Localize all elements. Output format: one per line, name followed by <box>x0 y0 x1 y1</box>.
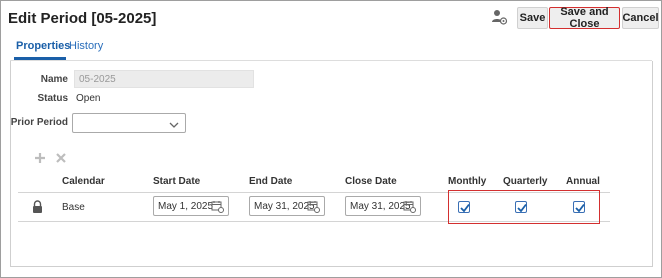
user-settings-icon[interactable] <box>490 8 508 26</box>
lock-icon <box>32 200 43 213</box>
properties-panel <box>10 61 653 267</box>
col-close-date[interactable]: Close Date <box>345 176 397 187</box>
tab-bar: Properties History <box>10 36 652 61</box>
calendar-cell: Base <box>62 202 85 213</box>
active-tab-indicator <box>14 57 66 60</box>
checkbox-highlight-box <box>448 190 600 224</box>
col-annual[interactable]: Annual <box>566 176 600 187</box>
save-button[interactable]: Save <box>517 7 548 29</box>
calendar-icon[interactable] <box>211 200 224 213</box>
tab-history[interactable]: History <box>69 40 103 52</box>
x-icon[interactable] <box>55 151 67 163</box>
end-date-input[interactable]: May 31, 2025 <box>249 196 325 216</box>
page-title: Edit Period [05-2025] <box>8 10 157 27</box>
tab-properties[interactable]: Properties <box>16 40 70 52</box>
close-date-input[interactable]: May 31, 2025 <box>345 196 421 216</box>
status-label: Status <box>37 93 68 104</box>
start-date-input[interactable]: May 1, 2025 <box>153 196 229 216</box>
status-value: Open <box>76 93 101 104</box>
close-date-value: May 31, 2025 <box>350 201 411 212</box>
start-date-value: May 1, 2025 <box>158 201 214 212</box>
col-monthly[interactable]: Monthly <box>448 176 486 187</box>
prior-period-select[interactable] <box>72 113 186 133</box>
save-and-close-button[interactable]: Save and Close <box>549 6 620 30</box>
name-label: Name <box>40 74 68 85</box>
name-field: 05-2025 <box>74 70 254 88</box>
cancel-button[interactable]: Cancel <box>622 7 659 29</box>
col-quarterly[interactable]: Quarterly <box>503 176 547 187</box>
calendar-icon[interactable] <box>307 200 320 213</box>
chevron-down-icon <box>169 117 179 128</box>
col-start-date[interactable]: Start Date <box>153 176 200 187</box>
col-calendar[interactable]: Calendar <box>62 176 105 187</box>
col-end-date[interactable]: End Date <box>249 176 292 187</box>
prior-period-label: Prior Period <box>10 117 68 128</box>
end-date-value: May 31, 2025 <box>254 201 315 212</box>
plus-icon[interactable] <box>34 151 46 163</box>
calendar-icon[interactable] <box>403 200 416 213</box>
